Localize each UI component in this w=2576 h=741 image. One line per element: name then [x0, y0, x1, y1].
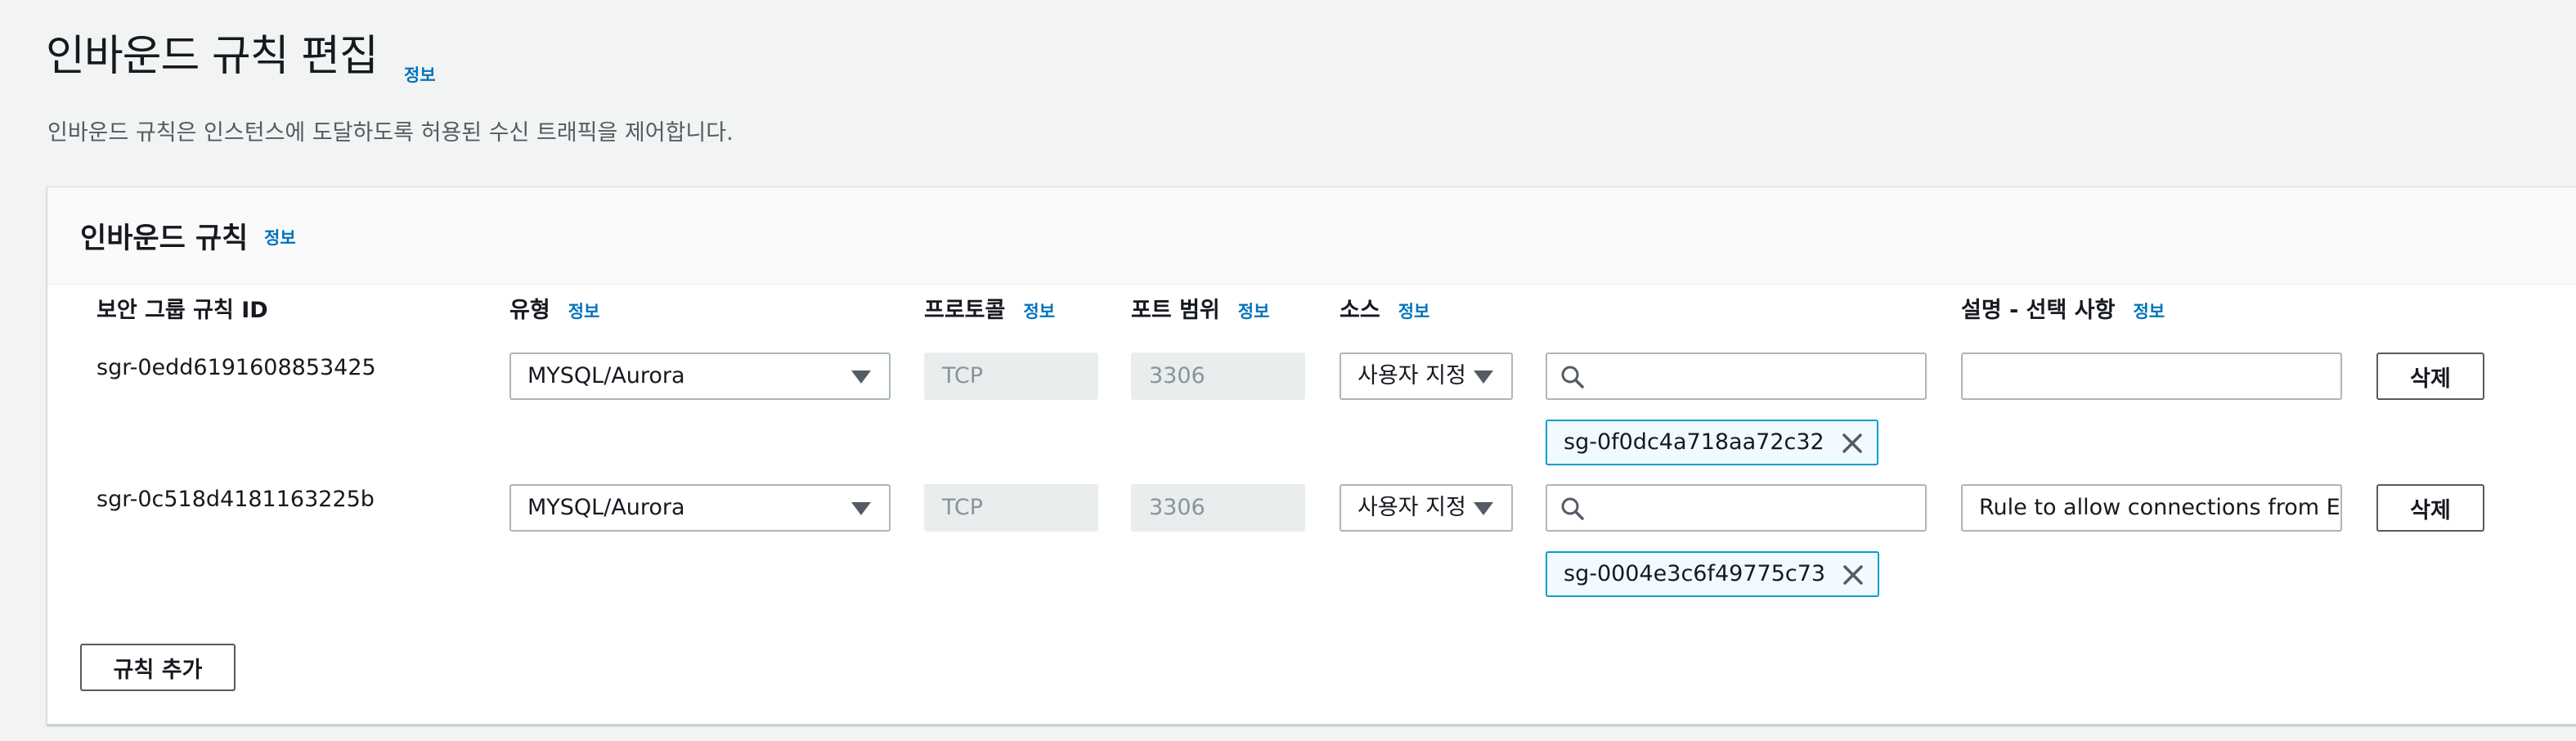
column-header-port-range: 포트 범위 정보 — [1131, 292, 1269, 324]
caret-down-icon — [851, 502, 871, 515]
column-label-type: 유형 — [509, 298, 550, 323]
source-type-value: 사용자 지정 — [1358, 363, 1466, 388]
protocol-field: TCP — [924, 484, 1098, 532]
column-header-source: 소스 정보 — [1340, 292, 1429, 324]
delete-rule-button[interactable]: 삭제 — [2376, 484, 2484, 532]
delete-rule-button[interactable]: 삭제 — [2376, 353, 2484, 400]
source-token-label: sg-0f0dc4a718aa72c32 — [1564, 429, 1824, 455]
type-select[interactable]: MYSQL/Aurora — [509, 353, 891, 400]
column-label-protocol: 프로토콜 — [924, 298, 1006, 323]
protocol-value: TCP — [942, 495, 984, 520]
close-icon[interactable] — [1841, 432, 1864, 455]
page-description: 인바운드 규칙은 인스턴스에 도달하도록 허용된 수신 트래픽을 제어합니다. — [47, 120, 734, 146]
protocol-field: TCP — [924, 353, 1098, 400]
rule-id: sgr-0edd6191608853425 — [96, 355, 376, 380]
column-label-description: 설명 - 선택 사항 — [1961, 298, 2116, 323]
page-title: 인바운드 규칙 편집 — [46, 32, 379, 81]
search-icon — [1561, 366, 1584, 388]
inbound-rules-panel: 인바운드 규칙 정보 보안 그룹 규칙 ID 유형 정보 프로토콜 정보 포트 범위… — [47, 186, 2576, 725]
type-select[interactable]: MYSQL/Aurora — [509, 484, 891, 532]
column-label-source: 소스 — [1340, 298, 1380, 323]
column-header-rule-id: 보안 그룹 규칙 ID — [96, 292, 268, 324]
type-info-link[interactable]: 정보 — [568, 302, 600, 321]
panel-info-link[interactable]: 정보 — [264, 225, 296, 249]
search-icon — [1561, 497, 1584, 520]
source-search-input[interactable] — [1546, 353, 1927, 400]
caret-down-icon — [1474, 370, 1493, 384]
panel-header: 인바운드 규칙 정보 — [47, 187, 2576, 285]
rule-id: sgr-0c518d4181163225b — [96, 487, 375, 512]
panel-title: 인바운드 규칙 — [80, 222, 249, 255]
port-range-value: 3306 — [1149, 495, 1205, 520]
port-range-field: 3306 — [1131, 353, 1305, 400]
protocol-value: TCP — [942, 363, 984, 388]
column-label-rule-id: 보안 그룹 규칙 ID — [96, 298, 268, 323]
column-header-description: 설명 - 선택 사항 정보 — [1961, 292, 2165, 324]
source-type-value: 사용자 지정 — [1358, 495, 1466, 520]
column-header-type: 유형 정보 — [509, 292, 599, 324]
source-token: sg-0f0dc4a718aa72c32 — [1546, 420, 1878, 465]
port-range-info-link[interactable]: 정보 — [1238, 302, 1270, 321]
type-select-value: MYSQL/Aurora — [527, 495, 685, 520]
source-type-select[interactable]: 사용자 지정 — [1340, 353, 1513, 400]
source-token: sg-0004e3c6f49775c73 — [1546, 551, 1880, 597]
caret-down-icon — [1474, 502, 1493, 515]
port-range-value: 3306 — [1149, 363, 1205, 388]
type-select-value: MYSQL/Aurora — [527, 363, 685, 388]
page-info-link[interactable]: 정보 — [404, 62, 436, 87]
close-icon[interactable] — [1842, 564, 1865, 586]
source-search-input[interactable] — [1546, 484, 1927, 532]
column-header-protocol: 프로토콜 정보 — [924, 292, 1055, 324]
port-range-field: 3306 — [1131, 484, 1305, 532]
add-rule-button[interactable]: 규칙 추가 — [80, 644, 236, 691]
description-value: Rule to allow connections from EC — [1979, 495, 2342, 520]
source-info-link[interactable]: 정보 — [1398, 302, 1430, 321]
description-info-link[interactable]: 정보 — [2133, 302, 2165, 321]
source-token-label: sg-0004e3c6f49775c73 — [1564, 561, 1826, 586]
column-label-port-range: 포트 범위 — [1131, 298, 1220, 323]
protocol-info-link[interactable]: 정보 — [1023, 302, 1055, 321]
description-input[interactable]: Rule to allow connections from EC — [1961, 484, 2342, 532]
source-type-select[interactable]: 사용자 지정 — [1340, 484, 1513, 532]
caret-down-icon — [851, 370, 871, 384]
description-input[interactable] — [1961, 353, 2342, 400]
